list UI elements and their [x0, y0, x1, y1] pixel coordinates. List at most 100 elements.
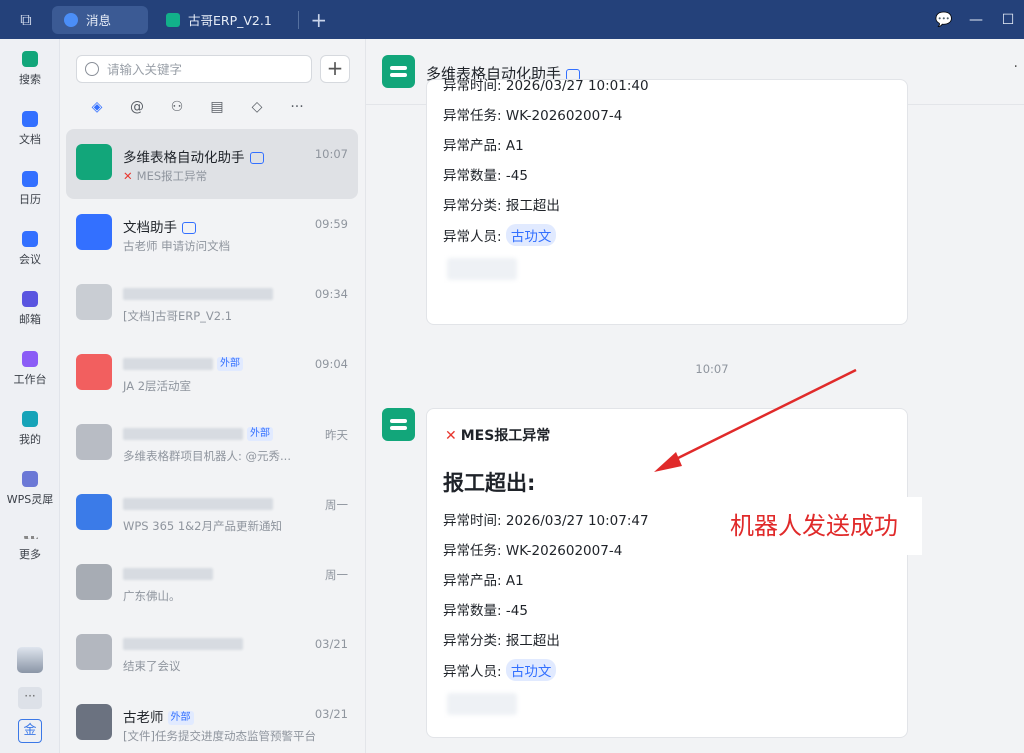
app-logo-icon[interactable]: ⧉ [0, 0, 52, 39]
avatar [76, 494, 112, 530]
nav-label: 更多 [19, 548, 41, 561]
conversation-name [123, 566, 213, 582]
document-filter-icon[interactable]: ▤ [202, 99, 232, 119]
field-label: 异常时间: [443, 513, 502, 529]
card-header: ✕ MES报工异常 [445, 428, 551, 444]
person-filter-icon[interactable]: ⚇ [162, 99, 192, 119]
more-options-button[interactable]: ··· [18, 687, 42, 709]
card-field: 异常任务: WK-202602007-4 [443, 539, 622, 559]
chat-bubbles-icon[interactable]: 💬 [928, 12, 960, 28]
nav-label: WPS灵犀 [6, 493, 54, 506]
conversation-name-text: 古老师 [123, 710, 164, 726]
field-label: 异常分类: [443, 198, 502, 214]
nav-label: 搜索 [19, 73, 41, 86]
message-card: 异常时间: 2026/03/27 10:01:40 异常任务: WK-202602… [426, 78, 908, 325]
avatar [76, 424, 112, 460]
nav-item-6[interactable]: 我的 [0, 399, 60, 459]
conversation-time: 周一 [325, 498, 348, 512]
conversation-name-text: 多维表格自动化助手 [123, 150, 245, 166]
nav-item-5[interactable]: 工作台 [0, 339, 60, 399]
tab-divider [297, 10, 299, 29]
more-icon[interactable]: · [1014, 59, 1018, 75]
field-label: 异常产品: [443, 573, 502, 589]
field-label: 异常产品: [443, 138, 502, 154]
add-button[interactable]: + [320, 55, 350, 83]
person-mention[interactable]: 古功文 [505, 224, 557, 246]
nav-item-7[interactable]: WPS灵犀 [0, 459, 60, 519]
nav-icon [22, 171, 38, 187]
conversation-time: 03/21 [314, 637, 348, 651]
avatar [76, 354, 112, 390]
bot-avatar[interactable] [382, 55, 415, 88]
field-value: 2026/03/27 10:07:47 [505, 513, 649, 529]
avatar [76, 704, 112, 740]
redacted-content [447, 693, 517, 715]
card-field: 异常分类: 报工超出 [443, 629, 560, 649]
user-avatar[interactable] [17, 647, 43, 673]
conversation-item[interactable]: 外部 多维表格群项目机器人: @元秀... 昨天 [66, 409, 358, 479]
tab-erp[interactable]: 古哥ERP_V2.1 [154, 6, 284, 34]
tag-filter-icon[interactable]: ◇ [242, 99, 272, 119]
conversation-preview-text: [文件]任务提交进度动态监管预警平台 [123, 729, 316, 743]
minimize-button[interactable]: — [960, 12, 992, 28]
redacted-content [447, 258, 517, 280]
nav-icon [22, 351, 38, 367]
filter-bar: ◈ @ ⚇ ▤ ◇ ··· [82, 99, 322, 119]
conversation-item[interactable]: 古老师 外部 [文件]任务提交进度动态监管预警平台 03/21 [66, 689, 358, 753]
nav-item-4[interactable]: 邮箱 [0, 279, 60, 339]
gold-member-button[interactable]: 金 [18, 719, 42, 743]
card-field: 异常产品: A1 [443, 569, 524, 589]
nav-icon [22, 291, 38, 307]
nav-label: 会议 [19, 253, 41, 266]
conversation-item[interactable]: [文档]古哥ERP_V2.1 09:34 [66, 269, 358, 339]
avatar [76, 214, 112, 250]
conversation-name [123, 286, 273, 302]
more-filter-icon[interactable]: ··· [282, 99, 312, 119]
avatar [76, 634, 112, 670]
conversation-item[interactable]: WPS 365 1&2月产品更新通知 周一 [66, 479, 358, 549]
nav-item-1[interactable]: 文档 [0, 99, 60, 159]
nav-item-8[interactable]: 更多 [0, 519, 60, 579]
search-input[interactable] [107, 61, 297, 77]
field-value: -45 [505, 168, 528, 184]
field-label: 异常任务: [443, 108, 502, 124]
conversation-name: 文档助手 [123, 216, 196, 236]
maximize-button[interactable]: ☐ [992, 12, 1024, 28]
conversation-preview: ✕ MES报工异常 [123, 168, 207, 184]
redacted-name [123, 358, 213, 370]
close-icon: ✕ [445, 428, 457, 444]
conversation-item[interactable]: 文档助手 古老师 申请访问文档 09:59 [66, 199, 358, 269]
search-box[interactable] [76, 55, 312, 83]
conversation-preview-text: MES报工异常 [136, 169, 208, 183]
nav-item-3[interactable]: 会议 [0, 219, 60, 279]
conversation-name: 外部 [123, 356, 243, 372]
nav-item-0[interactable]: 搜索 [0, 39, 60, 99]
conversation-preview-text: WPS 365 1&2月产品更新通知 [123, 519, 282, 533]
nav-item-2[interactable]: 日历 [0, 159, 60, 219]
conversation-item[interactable]: 多维表格自动化助手 ✕ MES报工异常 10:07 [66, 129, 358, 199]
nav-icon [22, 111, 38, 127]
card-title: 报工超出: [443, 471, 536, 495]
card-field: 异常数量: -45 [443, 164, 528, 184]
nav-label: 文档 [19, 133, 41, 146]
conversation-name: 外部 [123, 426, 273, 442]
conversation-item[interactable]: 广东佛山。 周一 [66, 549, 358, 619]
layers-filter-icon[interactable]: ◈ [82, 99, 112, 119]
conversation-item[interactable]: 结束了会议 03/21 [66, 619, 358, 689]
card-field: 异常时间: 2026/03/27 10:01:40 [443, 74, 649, 94]
nav-icon [22, 411, 38, 427]
new-tab-button[interactable]: + [307, 8, 331, 32]
mention-filter-icon[interactable]: @ [122, 99, 152, 119]
tab-messages[interactable]: 消息 [52, 5, 148, 34]
conversation-item[interactable]: 外部 JA 2层活动室 09:04 [66, 339, 358, 409]
annotation-arrow [654, 368, 857, 472]
redacted-name [123, 568, 213, 580]
bot-avatar[interactable] [382, 408, 415, 441]
spreadsheet-icon [166, 12, 180, 27]
annotation-text: 机器人发送成功 [706, 497, 922, 555]
nav-label: 邮箱 [19, 313, 41, 326]
nav-icon [22, 471, 38, 487]
conversation-preview-text: 多维表格群项目机器人: @元秀... [123, 449, 291, 463]
conversation-name-text: 文档助手 [123, 220, 177, 236]
person-mention[interactable]: 古功文 [505, 659, 557, 681]
